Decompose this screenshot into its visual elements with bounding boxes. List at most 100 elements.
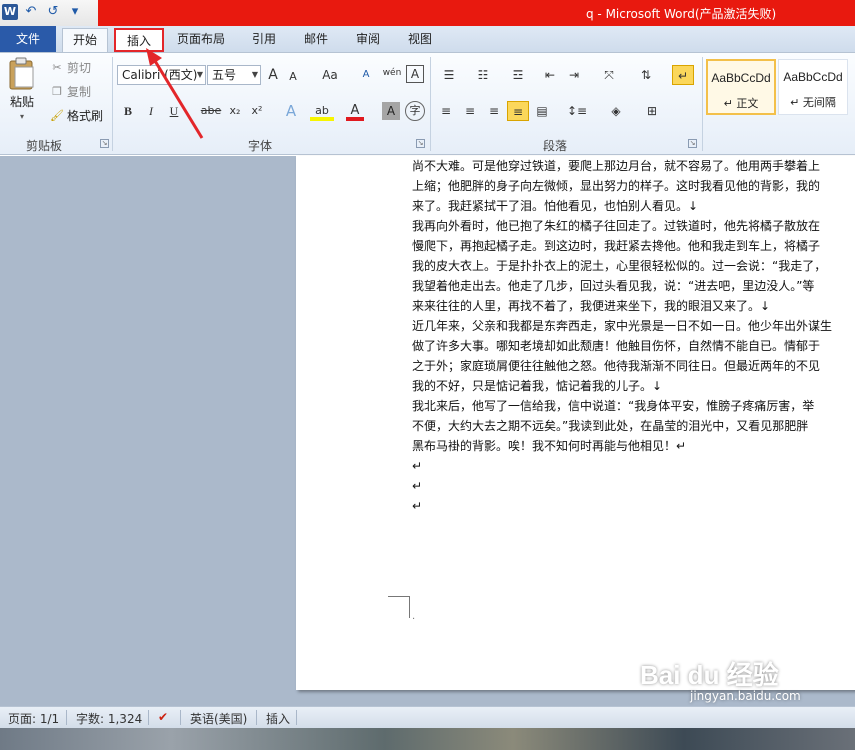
clear-format-icon[interactable]: A	[356, 65, 376, 85]
show-marks-icon[interactable]: ↵	[672, 65, 694, 85]
font-launcher-icon[interactable]: ↘	[416, 139, 425, 148]
status-separator	[256, 710, 257, 725]
sort-icon[interactable]: ⇅	[636, 65, 656, 85]
format-painter-label: 格式刷	[67, 109, 104, 123]
status-separator	[66, 710, 67, 725]
tab-view[interactable]: 视图	[400, 28, 440, 52]
paste-button[interactable]: 粘贴 ▾	[6, 57, 38, 121]
insert-mode-indicator[interactable]: 插入	[266, 710, 290, 727]
doc-line: 尚不大难。可是他穿过铁道，要爬上那边月台，就不容易了。他用两手攀着上	[412, 159, 821, 173]
subscript-icon[interactable]: x₂	[226, 101, 244, 121]
document-area: 尚不大难。可是他穿过铁道，要爬上那边月台，就不容易了。他用两手攀着上 上缩；他肥…	[0, 156, 855, 706]
bold-icon[interactable]: B	[120, 101, 136, 121]
status-separator	[296, 710, 297, 725]
shading-icon[interactable]: ◈	[604, 101, 628, 121]
document-body[interactable]: 尚不大难。可是他穿过铁道，要爬上那边月台，就不容易了。他用两手攀着上 上缩；他肥…	[412, 156, 855, 516]
doc-line: 上缩；他肥胖的身子向左微倾，显出努力的样子。这时我看见他的背影，我的	[412, 179, 821, 193]
distributed-icon[interactable]: ▤	[532, 101, 552, 121]
proofing-icon[interactable]: ✔	[158, 710, 168, 724]
character-shading-icon[interactable]: A	[382, 102, 400, 120]
bullets-icon[interactable]: ☰	[436, 65, 462, 85]
style-normal[interactable]: AaBbCcDd ↵ 正文	[706, 59, 776, 115]
paste-label: 粘贴	[9, 95, 34, 109]
clipboard-launcher-icon[interactable]: ↘	[100, 139, 109, 148]
page-counter[interactable]: 页面: 1/1	[8, 710, 59, 727]
copy-label: 复制	[67, 85, 92, 99]
doc-line: 我望着他走出去。他走了几步，回过头看见我，说：“进去吧，里边没人。”等	[412, 279, 815, 293]
quick-access-toolbar: W ↶ ↺ ▾	[2, 3, 84, 21]
font-group-label: 字体	[248, 139, 273, 153]
paragraph-mark: ↵	[412, 459, 423, 473]
status-separator	[180, 710, 181, 725]
tab-file[interactable]: 文件	[0, 26, 56, 52]
line-spacing-icon[interactable]: ↕≡	[564, 101, 590, 121]
style-name: ↵ 无间隔	[790, 96, 836, 109]
language-indicator[interactable]: 英语(美国)	[190, 710, 247, 727]
cut-label: 剪切	[67, 61, 92, 75]
grow-font-icon[interactable]: A	[266, 65, 280, 85]
increase-indent-icon[interactable]: ⇥	[564, 65, 584, 85]
tab-references[interactable]: 引用	[244, 28, 284, 52]
doc-line: 我北来后，他写了一信给我，信中说道：“我身体平安，惟膀子疼痛厉害，举	[412, 399, 815, 413]
document-page[interactable]: 尚不大难。可是他穿过铁道，要爬上那边月台，就不容易了。他用两手攀着上 上缩；他肥…	[296, 156, 855, 690]
doc-line: 黑布马褂的背影。唉！我不知何时再能与他相见！↵	[412, 439, 687, 453]
customize-qat-icon[interactable]: ▾	[66, 3, 84, 21]
doc-line: 我的皮大衣上。于是扑扑衣上的泥土，心里很轻松似的。过一会说：“我走了，	[412, 259, 827, 273]
style-no-spacing[interactable]: AaBbCcDd ↵ 无间隔	[778, 59, 848, 115]
redo-icon[interactable]: ↺	[44, 3, 62, 21]
group-separator	[702, 57, 703, 151]
doc-line: 不便，大约大去之期不远矣。”我读到此处，在晶莹的泪光中，又看见那肥胖	[412, 419, 809, 433]
borders-icon[interactable]: ⊞	[640, 101, 664, 121]
tab-home[interactable]: 开始	[62, 28, 108, 52]
doc-line: 慢爬下，再抱起橘子走。到这边时，我赶紧去搀他。他和我走到车上，将橘子	[412, 239, 821, 253]
text-effect-icon[interactable]: A	[282, 101, 300, 121]
paste-dropdown-icon[interactable]: ▾	[20, 112, 24, 121]
paragraph-mark: ↵	[412, 479, 423, 493]
ribbon-tabs: 文件 开始 插入 页面布局 引用 邮件 审阅 视图	[0, 26, 855, 53]
pinyin-guide-icon[interactable]: wén	[380, 63, 404, 83]
paragraph-mark: ↵	[412, 499, 423, 513]
annotation-arrow	[146, 48, 204, 139]
baidu-watermark-url: jingyan.baidu.com	[690, 689, 801, 703]
style-sample: AaBbCcDd	[711, 71, 771, 85]
align-center-icon[interactable]: ≡	[460, 101, 480, 121]
paragraph-launcher-icon[interactable]: ↘	[688, 139, 697, 148]
change-case-icon[interactable]: Aa	[318, 65, 342, 85]
doc-line: 来了。我赶紧拭干了泪。怕他看见，也怕别人看见。↓	[412, 199, 699, 213]
group-separator	[112, 57, 113, 151]
paragraph-group-label: 段落	[543, 139, 568, 153]
word-count[interactable]: 字数: 1,324	[76, 710, 142, 727]
multilevel-list-icon[interactable]: ☲	[504, 65, 532, 85]
enclosed-character-icon[interactable]: 字	[405, 101, 425, 121]
word-app-icon[interactable]: W	[2, 4, 18, 20]
cut-button[interactable]: ✂ 剪切	[50, 59, 91, 76]
copy-button[interactable]: ❐ 复制	[50, 83, 91, 100]
tab-mailings[interactable]: 邮件	[296, 28, 336, 52]
brush-icon: 🖌	[50, 108, 64, 122]
align-left-icon[interactable]: ≡	[436, 101, 456, 121]
group-separator	[430, 57, 431, 151]
clipboard-icon	[9, 57, 34, 90]
status-separator	[148, 710, 149, 725]
justify-icon[interactable]: ≡	[507, 101, 529, 121]
character-border-icon[interactable]: A	[406, 65, 424, 83]
numbering-icon[interactable]: ☷	[470, 65, 496, 85]
margin-corner-mark	[388, 596, 410, 618]
font-color-icon[interactable]: A	[346, 101, 364, 121]
align-right-icon[interactable]: ≡	[484, 101, 504, 121]
decrease-indent-icon[interactable]: ⇤	[540, 65, 560, 85]
clipboard-group-label: 剪贴板	[26, 139, 63, 153]
tab-review[interactable]: 审阅	[348, 28, 388, 52]
doc-line: 我的不好，只是惦记着我，惦记着我的儿子。↓	[412, 379, 663, 393]
window-title: q - Microsoft Word(产品激活失败)	[586, 7, 777, 21]
undo-icon[interactable]: ↶	[22, 3, 40, 21]
format-painter-button[interactable]: 🖌 格式刷	[50, 107, 103, 124]
status-bar: 页面: 1/1 字数: 1,324 ✔ 英语(美国) 插入	[0, 706, 855, 728]
highlight-color-icon[interactable]: ab	[310, 101, 334, 121]
shrink-font-icon[interactable]: A	[286, 67, 300, 87]
style-sample: AaBbCcDd	[783, 70, 843, 84]
doc-line: 近几年来，父亲和我都是东奔西走，家中光景是一日不如一日。他少年出外谋生	[412, 319, 833, 333]
doc-line: 来来往往的人里，再找不着了，我便进来坐下，我的眼泪又来了。↓	[412, 299, 771, 313]
superscript-icon[interactable]: x²	[248, 101, 266, 121]
chinese-layout-icon[interactable]: ⤧	[596, 65, 622, 85]
